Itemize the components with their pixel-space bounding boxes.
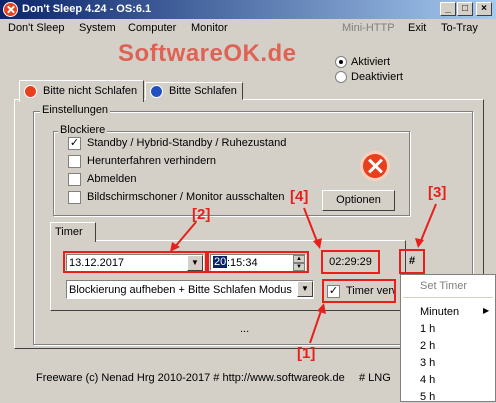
- footer-lng[interactable]: # LNG: [359, 372, 391, 384]
- annotation-1: [1]: [297, 345, 316, 362]
- watermark: SoftwareOK.de: [118, 40, 297, 67]
- menu-exit[interactable]: Exit: [408, 22, 426, 34]
- timer-mode-value: Blockierung aufheben + Bitte Schlafen Mo…: [69, 284, 292, 296]
- timer-verwenden-label: Timer verwenden: [346, 285, 394, 297]
- checkbox-abmelden[interactable]: [68, 173, 81, 186]
- checkbox-bildschirmschoner[interactable]: [68, 191, 81, 204]
- tab-bitte-schlafen[interactable]: Bitte Schlafen: [145, 82, 243, 100]
- menu-1h[interactable]: 1 h: [420, 323, 435, 335]
- spin-up-icon[interactable]: ▲: [293, 255, 305, 263]
- time-rest: :15:34: [227, 257, 258, 269]
- blockiere-title: Blockiere: [58, 124, 108, 136]
- menu-dont-sleep[interactable]: Don't Sleep: [8, 22, 65, 34]
- submenu-arrow-icon: ▶: [483, 306, 490, 315]
- timer-use-highlight: ✓ Timer verwenden: [322, 279, 396, 303]
- menu-5h[interactable]: 5 h: [420, 391, 435, 403]
- menu-3h[interactable]: 3 h: [420, 357, 435, 369]
- maximize-button[interactable]: □: [457, 2, 473, 16]
- annotation-2: [2]: [192, 206, 211, 223]
- menu-separator: [403, 297, 493, 298]
- status-stop-icon: [360, 151, 390, 181]
- menu-set-timer[interactable]: Set Timer: [420, 280, 467, 292]
- menu-2h[interactable]: 2 h: [420, 340, 435, 352]
- sleep-icon: [150, 85, 163, 98]
- date-value: 13.12.2017: [69, 257, 125, 269]
- label-bildschirmschoner: Bildschirmschoner / Monitor ausschalten: [87, 191, 285, 203]
- label-abmelden: Abmelden: [87, 173, 137, 185]
- radio-deaktiviert-label: Deaktiviert: [351, 71, 403, 83]
- menu-4h[interactable]: 4 h: [420, 374, 435, 386]
- countdown-display: 02:29:29: [321, 250, 380, 274]
- tab-timer[interactable]: Timer: [50, 222, 96, 242]
- label-herunterfahren: Herunterfahren verhindern: [87, 155, 217, 167]
- date-picker[interactable]: 13.12.2017 ▼: [66, 254, 204, 271]
- spin-down-icon[interactable]: ▼: [293, 263, 305, 271]
- tab-label: Bitte Schlafen: [169, 85, 237, 97]
- tab-label: Bitte nicht Schlafen: [43, 85, 138, 97]
- timer-mode-select[interactable]: Blockierung aufheben + Bitte Schlafen Mo…: [66, 280, 314, 299]
- menu-to-tray[interactable]: To-Tray: [441, 22, 478, 34]
- checkbox-herunterfahren[interactable]: [68, 155, 81, 168]
- chevron-down-icon[interactable]: ▼: [297, 281, 313, 297]
- app-icon: [3, 2, 18, 17]
- menu-mini-http[interactable]: Mini-HTTP: [342, 22, 395, 34]
- title-bar[interactable]: Don't Sleep 4.24 - OS:6.1 _ □ ×: [0, 0, 496, 19]
- menu-system[interactable]: System: [79, 22, 116, 34]
- menu-minuten[interactable]: Minuten: [420, 306, 459, 318]
- checkbox-standby[interactable]: ✓: [68, 137, 81, 150]
- label-standby: Standby / Hybrid-Standby / Ruhezustand: [87, 137, 287, 149]
- time-picker[interactable]: 20 :15:34 ▲ ▼: [210, 254, 306, 271]
- radio-aktiviert-label: Aktiviert: [351, 56, 391, 68]
- annotation-3: [3]: [428, 184, 447, 201]
- menu-monitor[interactable]: Monitor: [191, 22, 228, 34]
- radio-deaktiviert[interactable]: [335, 71, 347, 83]
- ellipsis: ...: [240, 323, 250, 335]
- menu-computer[interactable]: Computer: [128, 22, 176, 34]
- hash-button[interactable]: #: [399, 249, 425, 274]
- tab-bitte-nicht-schlafen[interactable]: Bitte nicht Schlafen: [19, 80, 144, 102]
- context-menu: Set Timer Minuten ▶ 1 h 2 h 3 h 4 h 5 h: [400, 274, 496, 403]
- close-button[interactable]: ×: [476, 2, 492, 16]
- chevron-down-icon[interactable]: ▼: [187, 255, 203, 271]
- radio-aktiviert[interactable]: [335, 56, 347, 68]
- menu-bar: Don't Sleep System Computer Monitor Mini…: [0, 19, 496, 39]
- no-sleep-icon: [24, 85, 37, 98]
- settings-title: Einstellungen: [40, 104, 111, 116]
- checkbox-timer-verwenden[interactable]: ✓: [327, 285, 340, 298]
- annotation-4: [4]: [290, 188, 309, 205]
- window-title: Don't Sleep 4.24 - OS:6.1: [22, 3, 152, 15]
- minimize-button[interactable]: _: [440, 2, 456, 16]
- footer-text: Freeware (c) Nenad Hrg 2010-2017 # http:…: [36, 372, 345, 384]
- time-hour: 20: [213, 256, 228, 268]
- tab-timer-label: Timer: [55, 226, 83, 238]
- optionen-button[interactable]: Optionen: [322, 190, 395, 211]
